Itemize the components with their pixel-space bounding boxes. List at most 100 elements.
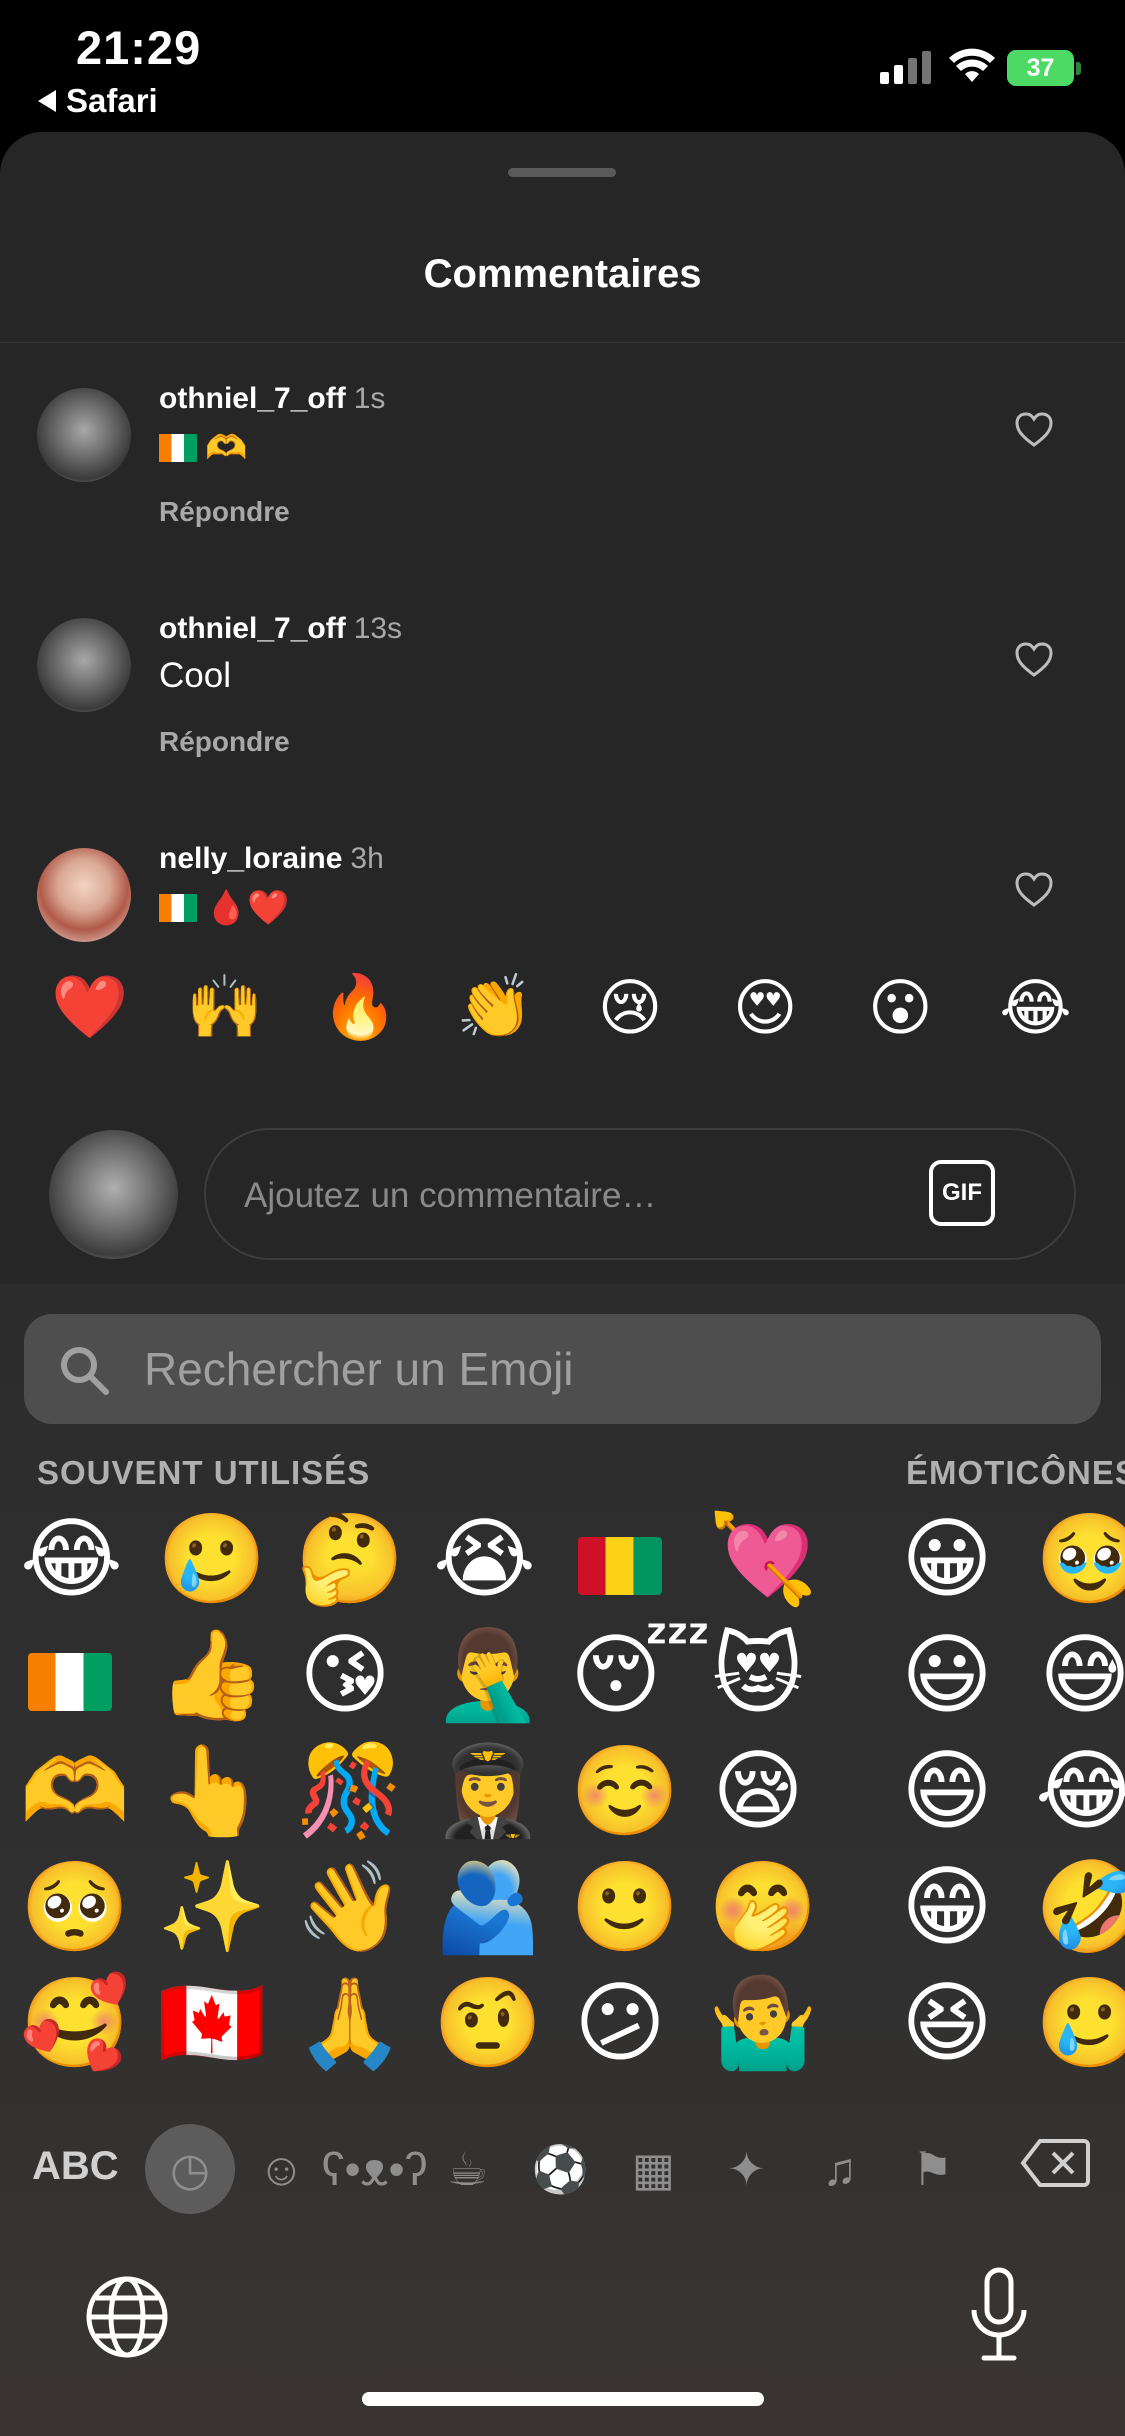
emoji-key[interactable]: 🎊 <box>295 1741 405 1841</box>
gif-button[interactable]: GIF <box>929 1160 995 1226</box>
reply-button[interactable]: Répondre <box>159 496 290 528</box>
comment-time: 1s <box>353 382 386 415</box>
food-icon[interactable]: ☕ <box>421 2124 514 2214</box>
smiley-icon[interactable]: ☺ <box>235 2124 328 2214</box>
emoji-key-guinea-flag[interactable] <box>570 1509 670 1609</box>
symbols-icon[interactable]: ♫ <box>793 2124 886 2214</box>
comment-username[interactable]: othniel_7_off <box>159 382 346 415</box>
like-heart-icon[interactable] <box>1015 412 1053 448</box>
emoji-key-ivory-coast-flag[interactable] <box>20 1625 120 1725</box>
home-indicator[interactable] <box>362 2392 764 2406</box>
guinea-flag-icon <box>578 1536 662 1595</box>
emoji-key[interactable]: 😭 <box>433 1509 536 1609</box>
emoji-key[interactable]: 🙏 <box>295 1973 405 2073</box>
bulb-icon[interactable]: ✦ <box>700 2124 793 2214</box>
emoji-key[interactable]: 😕 <box>570 1973 670 2073</box>
emoji-key[interactable]: 😀 <box>897 1509 997 1609</box>
reaction-clap[interactable]: 👏 <box>450 971 540 1044</box>
abc-key[interactable]: ABC <box>32 2144 119 2189</box>
emoji-key[interactable]: 🥹 <box>1035 1509 1125 1609</box>
reaction-heart[interactable]: ❤️ <box>45 971 135 1044</box>
emoji-key[interactable]: 👆 <box>157 1741 267 1841</box>
avatar[interactable] <box>37 848 131 942</box>
emoji-key[interactable]: 👍 <box>157 1625 267 1725</box>
emoji-key[interactable]: 🫂 <box>433 1857 543 1957</box>
emoji-keyboard: Rechercher un Emoji SOUVENT UTILISÉS ÉMO… <box>0 1284 1125 2436</box>
status-bar: 21:29 Safari 37 <box>0 0 1125 130</box>
building-icon[interactable]: ▦ <box>607 2124 700 2214</box>
category-icons: ◷ ☺ ʕ•ᴥ•ʔ ☕ ⚽ ▦ ✦ ♫ ⚑ <box>145 2124 979 2214</box>
avatar[interactable] <box>37 388 131 482</box>
emoji-key[interactable]: 😄 <box>897 1741 997 1841</box>
emoji-key[interactable]: 🤔 <box>295 1509 405 1609</box>
comment-input[interactable]: Ajoutez un commentaire… GIF <box>204 1128 1076 1260</box>
comment-text: 🫶 <box>159 428 247 468</box>
reaction-wow[interactable]: 😮 <box>855 971 945 1044</box>
emoji-key[interactable]: 💘 <box>708 1509 818 1609</box>
emoji-key[interactable]: 🥺 <box>20 1857 130 1957</box>
bear-icon[interactable]: ʕ•ᴥ•ʔ <box>321 2124 427 2214</box>
emoji-key[interactable]: 😆 <box>897 1973 997 2073</box>
comment-time: 3h <box>350 842 384 875</box>
emoji-key[interactable]: 😘 <box>295 1625 395 1725</box>
comment-username[interactable]: othniel_7_off <box>159 612 346 645</box>
emoji-key[interactable]: 🥲 <box>1035 1973 1125 2073</box>
emoji-key[interactable]: 😂 <box>20 1509 123 1609</box>
emoji-key[interactable]: ✨ <box>157 1857 267 1957</box>
emoji-key[interactable]: 👩‍✈️ <box>433 1741 543 1841</box>
emoji-key[interactable]: 🫶 <box>20 1741 130 1841</box>
avatar[interactable] <box>37 618 131 712</box>
comment-username[interactable]: nelly_loraine <box>159 842 342 875</box>
clock-icon[interactable]: ◷ <box>145 2124 235 2214</box>
emoji-key[interactable]: 😂 <box>1035 1741 1125 1841</box>
backspace-icon[interactable] <box>1020 2138 1090 2188</box>
emoji-key[interactable]: 🙂 <box>570 1857 680 1957</box>
microphone-icon[interactable] <box>966 2266 1032 2366</box>
emoji-key[interactable]: 😃 <box>897 1625 997 1725</box>
reaction-raised-hands[interactable]: 🙌 <box>180 971 270 1044</box>
emoji-key[interactable]: 😪 <box>708 1741 808 1841</box>
back-to-safari-link[interactable]: Safari <box>38 82 158 120</box>
section-frequent-label: SOUVENT UTILISÉS <box>37 1454 371 1491</box>
emoji-key[interactable]: 😁 <box>897 1857 997 1957</box>
comment-emoji: 🩸❤️ <box>205 889 290 927</box>
comment-text: Cool <box>159 656 231 695</box>
emoji-key[interactable]: 🤦‍♂️ <box>433 1625 543 1725</box>
emoji-grid: 😂 🥲 🤔 😭 💘 😀 🥹 👍 😘 🤦‍♂️ 😴 😻 😃 😅 🫶 👆 🎊 👩‍✈… <box>20 1509 1125 2089</box>
ivory-coast-flag-icon <box>159 894 197 922</box>
emoji-key[interactable]: 😴 <box>570 1625 711 1725</box>
ball-icon[interactable]: ⚽ <box>514 2124 607 2214</box>
emoji-key[interactable]: 👋 <box>295 1857 405 1957</box>
quick-reactions-bar: ❤️ 🙌 🔥 👏 😢 😍 😮 😂 <box>0 952 1125 1062</box>
emoji-search-field[interactable]: Rechercher un Emoji <box>24 1314 1101 1424</box>
emoji-key[interactable]: 🥲 <box>157 1509 267 1609</box>
reaction-heart-eyes[interactable]: 😍 <box>720 971 810 1044</box>
like-heart-icon[interactable] <box>1015 872 1053 908</box>
globe-icon[interactable] <box>84 2274 170 2360</box>
section-smileys-label: ÉMOTICÔNES <box>906 1454 1125 1491</box>
battery-icon: 37 <box>1007 50 1081 86</box>
comment-input-placeholder: Ajoutez un commentaire… <box>244 1176 657 1215</box>
emoji-key[interactable]: 🤣 <box>1035 1857 1125 1957</box>
emoji-key[interactable]: 😅 <box>1035 1625 1125 1725</box>
reaction-laugh[interactable]: 😂 <box>990 971 1080 1044</box>
emoji-key[interactable]: 🤷‍♂️ <box>708 1973 818 2073</box>
emoji-key[interactable]: 🇨🇦 <box>157 1973 267 2073</box>
emoji-key[interactable]: 😻 <box>708 1625 808 1725</box>
reaction-fire[interactable]: 🔥 <box>315 971 405 1044</box>
emoji-search-placeholder: Rechercher un Emoji <box>144 1343 574 1395</box>
emoji-key[interactable]: 🤨 <box>433 1973 543 2073</box>
comment-text: 🩸❤️ <box>159 888 290 928</box>
reaction-cry[interactable]: 😢 <box>585 971 675 1044</box>
comment-item: othniel_7_off 1s 🫶 Répondre <box>0 372 1125 572</box>
emoji-key[interactable]: ☺️ <box>570 1741 680 1841</box>
sheet-grabber[interactable] <box>508 168 616 177</box>
flag-icon[interactable]: ⚑ <box>886 2124 979 2214</box>
emoji-key[interactable]: 🤭 <box>708 1857 818 1957</box>
emoji-key[interactable]: 🥰 <box>20 1973 130 2073</box>
cellular-signal-icon <box>880 50 931 84</box>
like-heart-icon[interactable] <box>1015 642 1053 678</box>
search-icon <box>61 1347 109 1395</box>
current-user-avatar <box>49 1130 178 1259</box>
reply-button[interactable]: Répondre <box>159 726 290 758</box>
